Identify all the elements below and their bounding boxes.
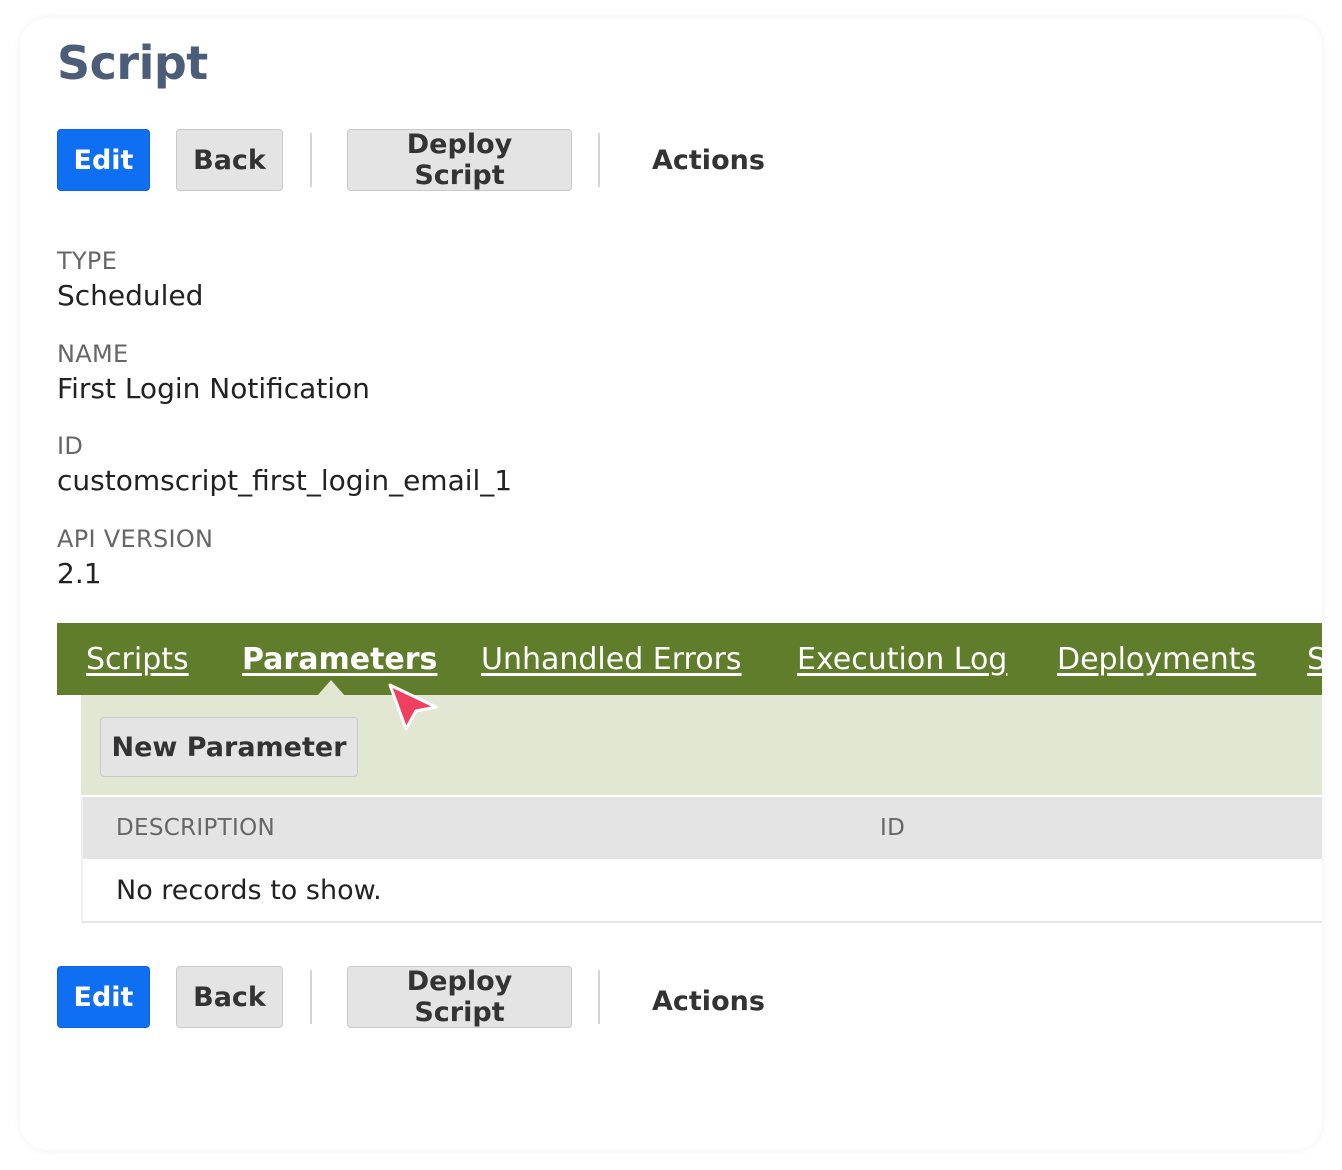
deploy-script-button[interactable]: Deploy Script bbox=[347, 129, 572, 191]
field-id: ID customscript_first_login_email_1 bbox=[57, 432, 512, 497]
tab-deployments[interactable]: Deployments bbox=[1057, 623, 1256, 695]
active-tab-indicator bbox=[317, 680, 345, 696]
edit-button[interactable]: Edit bbox=[57, 129, 150, 191]
field-value: Scheduled bbox=[57, 279, 204, 312]
actions-menu[interactable]: Actions bbox=[652, 986, 765, 1017]
tab-overflow[interactable]: S bbox=[1307, 623, 1322, 695]
parameters-table: DESCRIPTION ID No records to show. bbox=[81, 797, 1322, 923]
top-toolbar: Edit Back Deploy Script Actions bbox=[57, 129, 765, 191]
column-header-id[interactable]: ID bbox=[880, 797, 905, 859]
deploy-script-button[interactable]: Deploy Script bbox=[347, 966, 572, 1028]
back-button[interactable]: Back bbox=[176, 966, 283, 1028]
parameters-toolbar: New Parameter bbox=[81, 695, 1322, 795]
tab-unhandled-errors[interactable]: Unhandled Errors bbox=[481, 623, 742, 695]
toolbar-separator bbox=[310, 970, 312, 1024]
table-header: DESCRIPTION ID bbox=[83, 797, 1322, 859]
column-header-description[interactable]: DESCRIPTION bbox=[116, 797, 275, 859]
script-record-page: Script Edit Back Deploy Script Actions T… bbox=[20, 18, 1322, 1150]
actions-menu[interactable]: Actions bbox=[652, 145, 765, 176]
back-button[interactable]: Back bbox=[176, 129, 283, 191]
field-value: First Login Notification bbox=[57, 372, 370, 405]
field-api-version: API VERSION 2.1 bbox=[57, 525, 213, 590]
pointer-cursor-icon bbox=[388, 683, 438, 731]
empty-state-message: No records to show. bbox=[116, 874, 382, 906]
tab-scripts[interactable]: Scripts bbox=[86, 623, 189, 695]
subtab-bar: Scripts Parameters Unhandled Errors Exec… bbox=[57, 623, 1322, 695]
field-name: NAME First Login Notification bbox=[57, 340, 370, 405]
toolbar-separator bbox=[598, 133, 600, 187]
field-value: 2.1 bbox=[57, 557, 102, 590]
edit-button[interactable]: Edit bbox=[57, 966, 150, 1028]
field-type: TYPE Scheduled bbox=[57, 247, 203, 312]
field-label: ID bbox=[57, 432, 84, 460]
field-value: customscript_first_login_email_1 bbox=[57, 464, 513, 497]
new-parameter-button[interactable]: New Parameter bbox=[100, 717, 358, 777]
bottom-toolbar: Edit Back Deploy Script Actions bbox=[57, 966, 765, 1028]
toolbar-separator bbox=[598, 970, 600, 1024]
toolbar-separator bbox=[310, 133, 312, 187]
field-label: NAME bbox=[57, 340, 129, 368]
tab-execution-log[interactable]: Execution Log bbox=[797, 623, 1007, 695]
page-title: Script bbox=[57, 36, 208, 90]
field-label: TYPE bbox=[57, 247, 118, 275]
field-label: API VERSION bbox=[57, 525, 214, 553]
